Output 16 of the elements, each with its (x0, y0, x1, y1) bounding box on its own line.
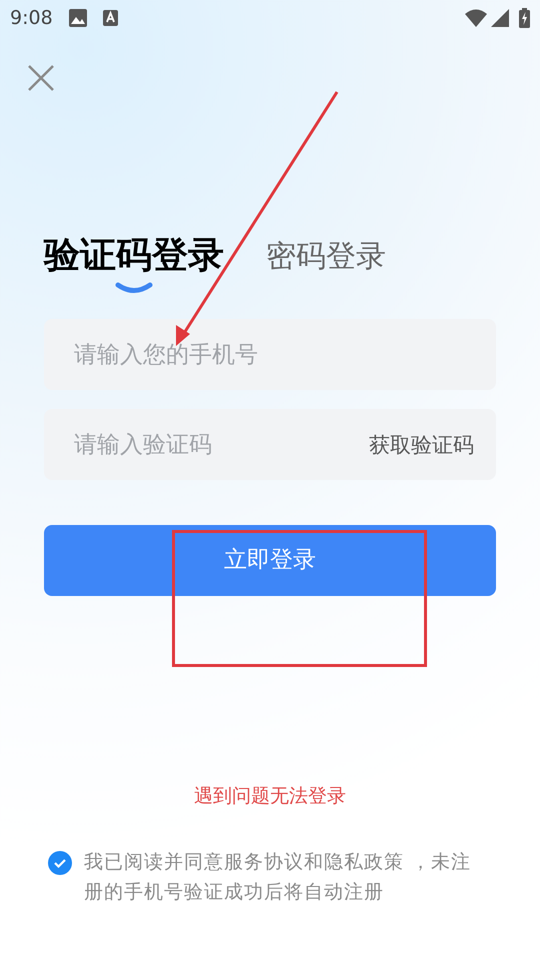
battery-icon (519, 8, 530, 28)
get-code-button[interactable]: 获取验证码 (369, 430, 474, 462)
agreement-text: 我已阅读并同意服务协议和隐私政策 ，未注册的手机号验证成功后将自动注册 (84, 850, 472, 904)
image-icon (68, 9, 87, 27)
tab-indicator (115, 282, 153, 294)
login-tab[interactable]: 密码登录 (266, 242, 386, 274)
status-time: 9:08 (10, 6, 53, 31)
wifi-icon (465, 9, 487, 27)
signal-icon (491, 9, 509, 27)
login-tab[interactable]: 验证码登录 (44, 238, 224, 274)
agreement-checkbox[interactable] (48, 850, 72, 874)
keyboard-icon (102, 10, 118, 26)
help-link[interactable]: 遇到问题无法登录 (194, 782, 346, 810)
login-button[interactable]: 立即登录 (44, 525, 496, 596)
close-icon[interactable] (28, 65, 54, 91)
input-field[interactable]: 请输入您的手机号 (44, 319, 496, 390)
